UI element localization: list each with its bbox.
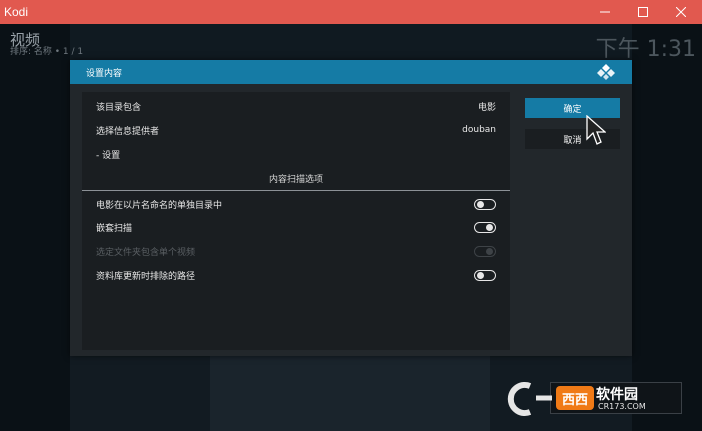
window-title: Kodi bbox=[4, 5, 29, 19]
background-sort-info: 排序: 名称 • 1 / 1 bbox=[10, 47, 84, 57]
toggle-exclude-path[interactable] bbox=[474, 269, 496, 281]
maximize-button[interactable] bbox=[626, 0, 660, 24]
provider-settings-label: - 设置 bbox=[96, 150, 121, 161]
provider-settings-row[interactable]: - 设置 bbox=[82, 143, 510, 165]
toggle-row-separate-folders[interactable]: 电影在以片名命名的单独目录中 bbox=[82, 193, 510, 215]
settings-panel: 该目录包含 电影 选择信息提供者 douban - 设置 内容扫描选项 电影在以… bbox=[82, 92, 510, 350]
toggle-row-exclude-path[interactable]: 资料库更新时排除的路径 bbox=[82, 264, 510, 286]
minimize-icon bbox=[600, 11, 610, 13]
toggle-recursive-scan[interactable] bbox=[474, 221, 496, 233]
content-type-label: 该目录包含 bbox=[96, 102, 142, 113]
toggle-label-recursive-scan: 嵌套扫描 bbox=[96, 223, 133, 234]
watermark-url: CR173.COM bbox=[598, 402, 646, 411]
info-provider-value: douban bbox=[462, 125, 496, 135]
background-clock: 下午 1:31 bbox=[595, 37, 696, 62]
toggle-row-recursive-scan[interactable]: 嵌套扫描 bbox=[82, 216, 510, 238]
watermark: 西西 软件园 CR173.COM bbox=[500, 380, 684, 418]
toggle-label-single-video: 选定文件夹包含单个视频 bbox=[96, 247, 196, 258]
info-provider-row[interactable]: 选择信息提供者 douban bbox=[82, 119, 510, 141]
watermark-brand: 软件园 bbox=[596, 387, 638, 403]
close-icon bbox=[676, 7, 686, 17]
mouse-cursor-icon bbox=[586, 115, 606, 145]
toggle-single-video bbox=[474, 245, 496, 257]
dialog-title: 设置内容 bbox=[86, 68, 123, 79]
content-type-value: 电影 bbox=[477, 102, 496, 113]
background-right-panel bbox=[632, 24, 702, 431]
maximize-icon bbox=[638, 7, 648, 17]
background-left-panel bbox=[0, 24, 70, 431]
scan-options-label: 内容扫描选项 bbox=[268, 174, 323, 185]
kodi-logo-icon bbox=[597, 64, 615, 80]
info-provider-label: 选择信息提供者 bbox=[96, 126, 160, 137]
section-divider bbox=[82, 190, 510, 191]
toggle-separate-folders[interactable] bbox=[474, 198, 496, 210]
minimize-button[interactable] bbox=[588, 0, 622, 24]
set-content-dialog: 设置内容 该目录包含 电影 选择信息提供者 douban - 设置 内容扫描选项… bbox=[70, 60, 632, 356]
watermark-mark: 西西 bbox=[556, 386, 594, 410]
dialog-header: 设置内容 bbox=[70, 60, 632, 84]
watermark-logo-icon bbox=[507, 382, 552, 416]
toggle-label-separate-folders: 电影在以片名命名的单独目录中 bbox=[96, 200, 223, 211]
toggle-label-exclude-path: 资料库更新时排除的路径 bbox=[96, 271, 196, 282]
close-button[interactable] bbox=[664, 0, 698, 24]
scan-options-header: 内容扫描选项 bbox=[82, 167, 510, 189]
toggle-row-single-video: 选定文件夹包含单个视频 bbox=[82, 240, 510, 262]
content-type-row[interactable]: 该目录包含 电影 bbox=[82, 95, 510, 117]
